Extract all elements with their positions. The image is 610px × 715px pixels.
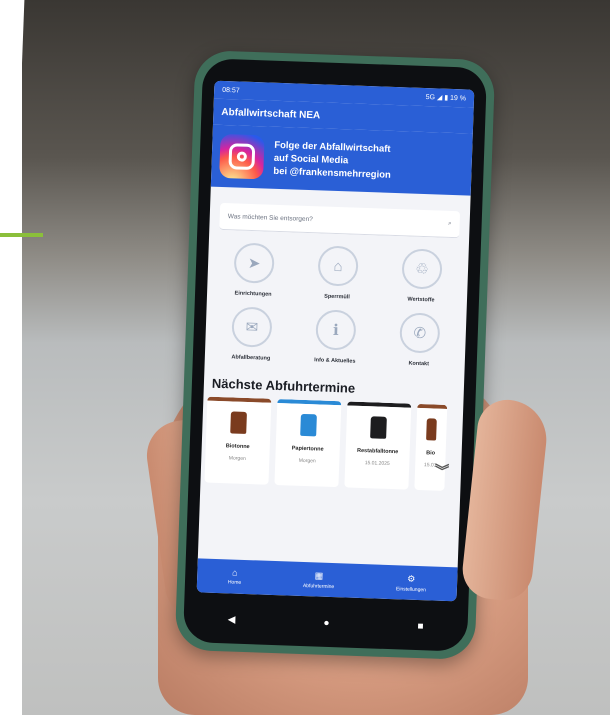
search-icon: ⌕ bbox=[447, 219, 452, 227]
info-icon: ℹ bbox=[315, 309, 357, 351]
phone-screen: 08:57 5G ◢ ▮ 19 % Abfallwirtschaft NEA F… bbox=[196, 80, 475, 602]
pickup-cards: Biotonne Morgen Papiertonne Morgen Resta… bbox=[200, 396, 463, 491]
tile-einrichtungen[interactable]: ➤ Einrichtungen bbox=[211, 242, 297, 299]
card-name: Bio bbox=[426, 450, 436, 457]
card-biotonne[interactable]: Biotonne Morgen bbox=[204, 396, 272, 485]
phone-bezel: 08:57 5G ◢ ▮ 19 % Abfallwirtschaft NEA F… bbox=[182, 58, 488, 652]
tile-label: Sperrmüll bbox=[324, 293, 350, 301]
status-time: 08:57 bbox=[222, 86, 240, 95]
nav-label: Einstellungen bbox=[395, 585, 427, 593]
status-indicators: 5G ◢ ▮ 19 % bbox=[425, 94, 467, 103]
card-name: Papiertonne bbox=[291, 445, 324, 453]
tile-label: Abfallberatung bbox=[231, 354, 271, 362]
card-date: Morgen bbox=[228, 455, 246, 462]
app-title: Abfallwirtschaft NEA bbox=[221, 106, 321, 121]
banner-line-3: bei @frankensmehrregion bbox=[273, 165, 392, 181]
bin-icon bbox=[426, 418, 437, 441]
card-name: Biotonne bbox=[225, 443, 250, 451]
search-placeholder: Was möchten Sie entsorgen? bbox=[227, 212, 313, 223]
mail-icon: ✉ bbox=[231, 306, 273, 348]
tile-wertstoffe[interactable]: ♲ Wertstoffe bbox=[379, 248, 465, 305]
white-margin bbox=[0, 0, 22, 715]
section-title: Nächste Abfuhrtermine bbox=[211, 375, 356, 396]
tile-kontakt[interactable]: ✆ Kontakt bbox=[377, 311, 463, 368]
bin-icon bbox=[370, 416, 387, 439]
bottom-navigation: ⌂ Home ▦ Abfuhrtermine ⚙ Einstellungen bbox=[196, 558, 458, 602]
home-button-icon[interactable]: ● bbox=[323, 617, 329, 628]
tile-abfallberatung[interactable]: ✉ Abfallberatung bbox=[209, 306, 295, 363]
card-restabfall[interactable]: Restabfalltonne 15.01.2025 bbox=[344, 401, 412, 490]
bin-icon bbox=[300, 413, 317, 437]
tile-label: Info & Aktuelles bbox=[314, 357, 356, 365]
bin-icon bbox=[230, 411, 247, 434]
location-arrow-icon: ➤ bbox=[233, 242, 275, 284]
smartphone: 08:57 5G ◢ ▮ 19 % Abfallwirtschaft NEA F… bbox=[174, 49, 496, 661]
card-date: Morgen bbox=[298, 457, 316, 465]
recents-icon[interactable]: ■ bbox=[417, 621, 423, 632]
tile-label: Wertstoffe bbox=[407, 296, 435, 304]
social-banner[interactable]: Folge der Abfallwirtschaft auf Social Me… bbox=[210, 124, 473, 196]
nav-label: Abfuhrtermine bbox=[302, 582, 335, 590]
tile-info[interactable]: ℹ Info & Aktuelles bbox=[293, 309, 379, 366]
tile-sperrmuell[interactable]: ⌂ Sperrmüll bbox=[295, 245, 381, 302]
gear-icon: ⚙ bbox=[407, 573, 416, 584]
nav-label: Home bbox=[227, 579, 242, 586]
nav-abfuhrtermine[interactable]: ▦ Abfuhrtermine bbox=[303, 570, 335, 590]
card-date: 15.01.2025 bbox=[364, 460, 390, 467]
accent-line bbox=[0, 233, 43, 237]
card-name: Restabfalltonne bbox=[356, 447, 399, 456]
tile-label: Einrichtungen bbox=[234, 290, 272, 298]
phone-icon: ✆ bbox=[399, 312, 441, 354]
nav-home[interactable]: ⌂ Home bbox=[227, 567, 242, 586]
back-icon[interactable]: ◀ bbox=[228, 614, 236, 625]
system-navigation: ◀ ● ■ bbox=[183, 608, 468, 638]
tile-grid: ➤ Einrichtungen ⌂ Sperrmüll ♲ Wertstoffe… bbox=[205, 238, 469, 369]
sofa-icon: ⌂ bbox=[317, 245, 359, 287]
search-input[interactable]: Was möchten Sie entsorgen? ⌕ bbox=[219, 202, 461, 239]
calendar-icon: ▦ bbox=[314, 569, 324, 581]
home-icon: ⌂ bbox=[231, 567, 238, 578]
nav-einstellungen[interactable]: ⚙ Einstellungen bbox=[396, 573, 427, 593]
chevron-down-icon[interactable]: ︾ bbox=[435, 461, 450, 481]
instagram-icon bbox=[219, 133, 265, 180]
bin-icon: ♲ bbox=[401, 248, 443, 290]
card-papiertonne[interactable]: Papiertonne Morgen bbox=[274, 399, 342, 488]
tile-label: Kontakt bbox=[408, 360, 430, 368]
